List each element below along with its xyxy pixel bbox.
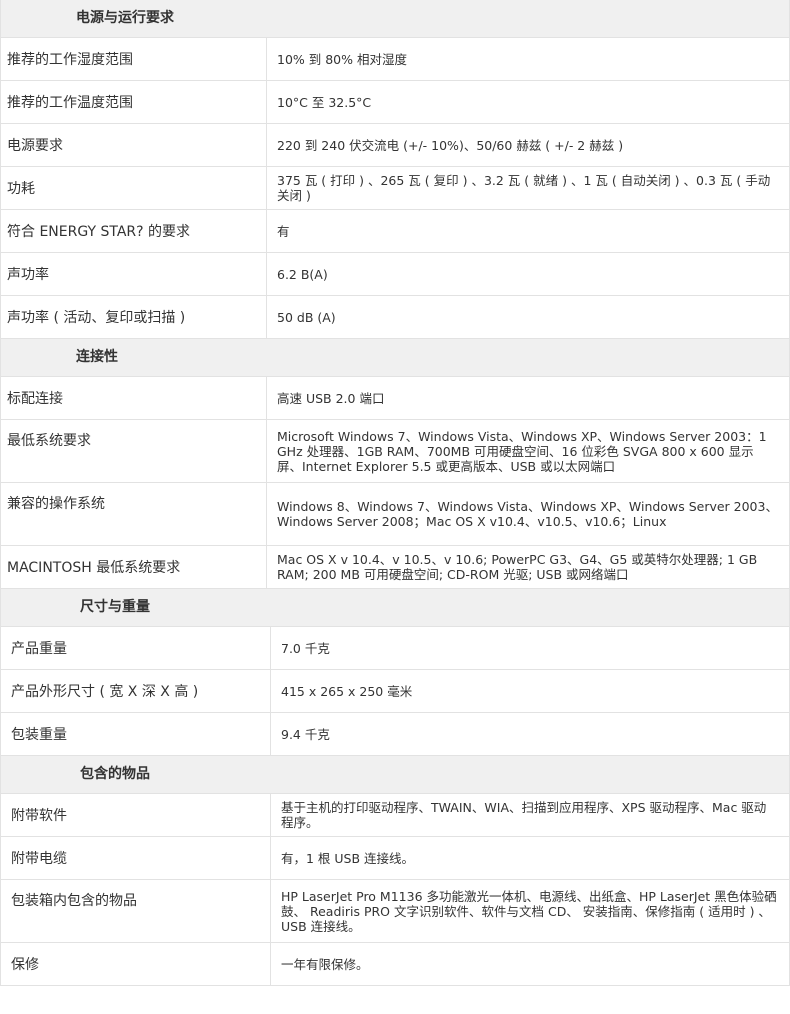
section-power: 电源与运行要求 推荐的工作湿度范围 10% 到 80% 相对湿度 推荐的工作温度…	[0, 0, 790, 339]
section-title: 包含的物品	[0, 756, 790, 794]
row-label: 兼容的操作系统	[0, 483, 267, 545]
row-value: Mac OS X v 10.4、v 10.5、v 10.6; PowerPC G…	[277, 552, 758, 582]
row-value: 9.4 千克	[281, 726, 330, 742]
row-label: MACINTOSH 最低系统要求	[0, 546, 267, 588]
table-row: 附带软件 基于主机的打印驱动程序、TWAIN、WIA、扫描到应用程序、XPS 驱…	[0, 794, 790, 837]
section-title: 连接性	[0, 339, 790, 377]
row-label: 标配连接	[0, 377, 267, 419]
row-value: 基于主机的打印驱动程序、TWAIN、WIA、扫描到应用程序、XPS 驱动程序、M…	[281, 800, 767, 830]
table-row: 包装重量 9.4 千克	[0, 713, 790, 756]
row-label: 声功率 ( 活动、复印或扫描 )	[0, 296, 267, 338]
table-row: 推荐的工作温度范围 10°C 至 32.5°C	[0, 81, 790, 124]
section-included-items: 包含的物品 附带软件 基于主机的打印驱动程序、TWAIN、WIA、扫描到应用程序…	[0, 756, 790, 986]
row-value: 高速 USB 2.0 端口	[277, 390, 385, 406]
row-label: 推荐的工作湿度范围	[0, 38, 267, 80]
section-dimensions: 尺寸与重量 产品重量 7.0 千克 产品外形尺寸 ( 宽 X 深 X 高 ) 4…	[0, 589, 790, 756]
left-border	[0, 0, 1, 986]
row-value: Windows 8、Windows 7、Windows Vista、Window…	[277, 499, 778, 529]
row-label: 附带电缆	[0, 837, 271, 879]
table-row: 电源要求 220 到 240 伏交流电 (+/- 10%)、50/60 赫兹 (…	[0, 124, 790, 167]
row-value: 6.2 B(A)	[277, 266, 328, 282]
section-title: 尺寸与重量	[0, 589, 790, 627]
section-connectivity: 连接性 标配连接 高速 USB 2.0 端口 最低系统要求 Microsoft …	[0, 339, 790, 589]
table-row: 符合 ENERGY STAR? 的要求 有	[0, 210, 790, 253]
row-label: 符合 ENERGY STAR? 的要求	[0, 210, 267, 252]
row-value: HP LaserJet Pro M1136 多功能激光一体机、电源线、出纸盒、H…	[281, 888, 777, 934]
row-value: 375 瓦 ( 打印 ) 、265 瓦 ( 复印 ) 、3.2 瓦 ( 就绪 )…	[277, 173, 771, 203]
row-value: 50 dB (A)	[277, 309, 336, 325]
row-label: 产品外形尺寸 ( 宽 X 深 X 高 )	[0, 670, 271, 712]
row-label: 推荐的工作温度范围	[0, 81, 267, 123]
table-row: 最低系统要求 Microsoft Windows 7、Windows Vista…	[0, 420, 790, 483]
table-row: 包装箱内包含的物品 HP LaserJet Pro M1136 多功能激光一体机…	[0, 880, 790, 943]
table-row: 产品重量 7.0 千克	[0, 627, 790, 670]
table-row: 兼容的操作系统 Windows 8、Windows 7、Windows Vist…	[0, 483, 790, 546]
row-value: 415 x 265 x 250 毫米	[281, 683, 413, 699]
table-row: MACINTOSH 最低系统要求 Mac OS X v 10.4、v 10.5、…	[0, 546, 790, 589]
table-row: 产品外形尺寸 ( 宽 X 深 X 高 ) 415 x 265 x 250 毫米	[0, 670, 790, 713]
row-label: 附带软件	[0, 794, 271, 836]
table-row: 附带电缆 有，1 根 USB 连接线。	[0, 837, 790, 880]
spec-table: 电源与运行要求 推荐的工作湿度范围 10% 到 80% 相对湿度 推荐的工作温度…	[0, 0, 790, 986]
row-label: 声功率	[0, 253, 267, 295]
row-label: 最低系统要求	[0, 420, 267, 482]
row-value: 220 到 240 伏交流电 (+/- 10%)、50/60 赫兹 ( +/- …	[277, 137, 624, 153]
row-value: 10°C 至 32.5°C	[277, 94, 372, 110]
table-row: 功耗 375 瓦 ( 打印 ) 、265 瓦 ( 复印 ) 、3.2 瓦 ( 就…	[0, 167, 790, 210]
row-value: 有，1 根 USB 连接线。	[281, 850, 415, 866]
table-row: 声功率 6.2 B(A)	[0, 253, 790, 296]
row-value: 10% 到 80% 相对湿度	[277, 51, 407, 67]
row-label: 包装重量	[0, 713, 271, 755]
table-row: 标配连接 高速 USB 2.0 端口	[0, 377, 790, 420]
row-label: 包装箱内包含的物品	[0, 880, 271, 942]
table-row: 保修 一年有限保修。	[0, 943, 790, 986]
row-label: 功耗	[0, 167, 267, 209]
row-value: 7.0 千克	[281, 640, 330, 656]
table-row: 推荐的工作湿度范围 10% 到 80% 相对湿度	[0, 38, 790, 81]
row-value: 有	[277, 223, 290, 239]
row-value: 一年有限保修。	[281, 956, 369, 972]
table-row: 声功率 ( 活动、复印或扫描 ) 50 dB (A)	[0, 296, 790, 339]
section-title: 电源与运行要求	[0, 0, 790, 38]
row-label: 电源要求	[0, 124, 267, 166]
row-label: 产品重量	[0, 627, 271, 669]
row-value: Microsoft Windows 7、Windows Vista、Window…	[277, 428, 767, 474]
row-label: 保修	[0, 943, 271, 985]
